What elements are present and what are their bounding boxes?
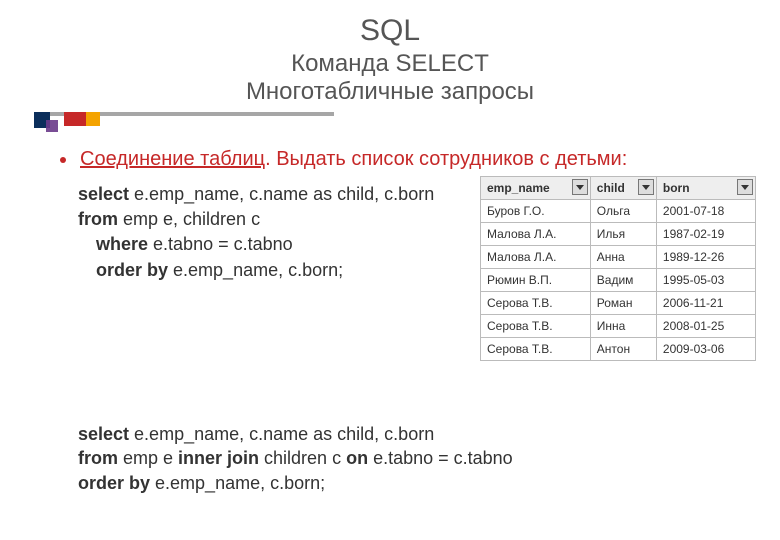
result-table: emp_name child born Буров Г.О.Ольга2001-… — [480, 176, 756, 361]
code-text: e.emp_name, c.name as child, c.born — [129, 184, 434, 204]
bullet-underline: Соединение таблиц — [80, 148, 265, 170]
table-row: Серова Т.В.Антон2009-03-06 — [481, 338, 756, 361]
dropdown-icon[interactable] — [572, 179, 588, 195]
code-text: emp e — [118, 448, 178, 468]
col-child[interactable]: child — [590, 177, 656, 200]
table-row: Серова Т.В.Роман2006-11-21 — [481, 292, 756, 315]
table-row: Буров Г.О.Ольга2001-07-18 — [481, 200, 756, 223]
sql-code-block-2: select e.emp_name, c.name as child, c.bo… — [78, 422, 513, 495]
table-row: Рюмин В.П.Вадим1995-05-03 — [481, 269, 756, 292]
dropdown-icon[interactable] — [737, 179, 753, 195]
title-main: SQL — [0, 14, 780, 48]
table-row: Малова Л.А.Илья1987-02-19 — [481, 223, 756, 246]
bullet-rest: . Выдать список сотрудников с детьми: — [265, 148, 627, 170]
table-header-row: emp_name child born — [481, 177, 756, 200]
kw-on: on — [346, 448, 368, 468]
decorative-bar — [34, 112, 334, 132]
kw-select: select — [78, 424, 129, 444]
kw-select: select — [78, 184, 129, 204]
kw-inner-join: inner join — [178, 448, 259, 468]
code-text: emp e, children c — [118, 209, 260, 229]
bullet-dot — [60, 157, 66, 163]
bullet-point: Соединение таблиц. Выдать список сотрудн… — [60, 148, 627, 171]
col-emp-name[interactable]: emp_name — [481, 177, 591, 200]
code-text: children c — [259, 448, 346, 468]
code-text: e.emp_name, c.born; — [150, 473, 325, 493]
dropdown-icon[interactable] — [638, 179, 654, 195]
kw-orderby: order by — [78, 473, 150, 493]
code-text: e.tabno = c.tabno — [148, 234, 293, 254]
slide-title-block: SQL Команда SELECT Многотабличные запрос… — [0, 14, 780, 106]
code-text: e.emp_name, c.born; — [168, 260, 343, 280]
kw-where: where — [96, 234, 148, 254]
code-text: e.tabno = c.tabno — [368, 448, 513, 468]
kw-from: from — [78, 448, 118, 468]
title-sub2: Многотабличные запросы — [0, 78, 780, 106]
kw-from: from — [78, 209, 118, 229]
sql-code-block-1: select e.emp_name, c.name as child, c.bo… — [78, 182, 434, 283]
title-sub1: Команда SELECT — [0, 50, 780, 78]
col-born[interactable]: born — [656, 177, 755, 200]
code-text: e.emp_name, c.name as child, c.born — [129, 424, 434, 444]
table-row: Серова Т.В.Инна2008-01-25 — [481, 315, 756, 338]
table-row: Малова Л.А.Анна1989-12-26 — [481, 246, 756, 269]
kw-orderby: order by — [96, 260, 168, 280]
